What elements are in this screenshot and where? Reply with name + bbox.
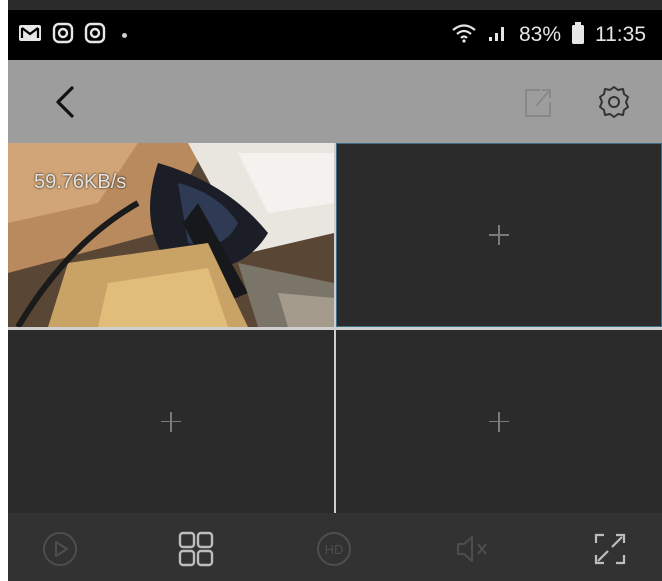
status-bar-left — [18, 22, 127, 49]
settings-icon — [599, 86, 629, 118]
fullscreen-icon — [594, 533, 626, 565]
top-toolbar — [8, 60, 662, 143]
grid-layout-icon — [178, 531, 214, 567]
add-camera-icon — [489, 225, 509, 245]
fullscreen-button[interactable] — [590, 529, 630, 569]
hd-icon: HD — [317, 532, 351, 566]
play-button[interactable] — [40, 529, 80, 569]
share-icon — [525, 89, 551, 117]
instagram-icon — [52, 22, 74, 49]
hd-button[interactable]: HD — [314, 529, 354, 569]
share-button[interactable] — [518, 82, 558, 122]
camera-cell-2-empty[interactable] — [336, 143, 662, 327]
camera-cell-4-empty[interactable] — [336, 330, 662, 513]
battery-icon — [571, 21, 585, 50]
camera-grid: 59.76KB/s — [8, 143, 662, 513]
svg-text:HD: HD — [325, 542, 344, 557]
stream-speed: 59.76KB/s — [34, 171, 127, 193]
settings-button[interactable] — [594, 82, 634, 122]
play-icon — [43, 532, 77, 566]
add-camera-icon — [161, 411, 181, 432]
camera-cell-1-live[interactable]: 59.76KB/s — [8, 143, 334, 327]
camera-cell-3-empty[interactable] — [8, 330, 334, 513]
instagram-icon — [84, 22, 106, 49]
wifi-icon — [451, 22, 477, 49]
status-bar-right: 83% 11:35 — [451, 21, 646, 50]
bottom-control-bar: HD — [8, 513, 662, 581]
status-time: 11:35 — [595, 23, 646, 46]
status-bar: 83% 11:35 — [8, 10, 662, 60]
mute-button[interactable] — [452, 529, 492, 569]
gmail-icon — [18, 23, 42, 48]
add-camera-icon — [489, 411, 509, 432]
app-frame: 83% 11:35 59.76KB/s HD — [8, 0, 662, 581]
signal-icon — [487, 23, 509, 48]
back-button[interactable] — [46, 80, 86, 124]
grid-layout-button[interactable] — [176, 529, 216, 569]
back-icon — [56, 86, 74, 118]
notification-dot-icon — [122, 32, 127, 38]
battery-percent: 83% — [518, 23, 561, 46]
mute-icon — [457, 536, 487, 562]
